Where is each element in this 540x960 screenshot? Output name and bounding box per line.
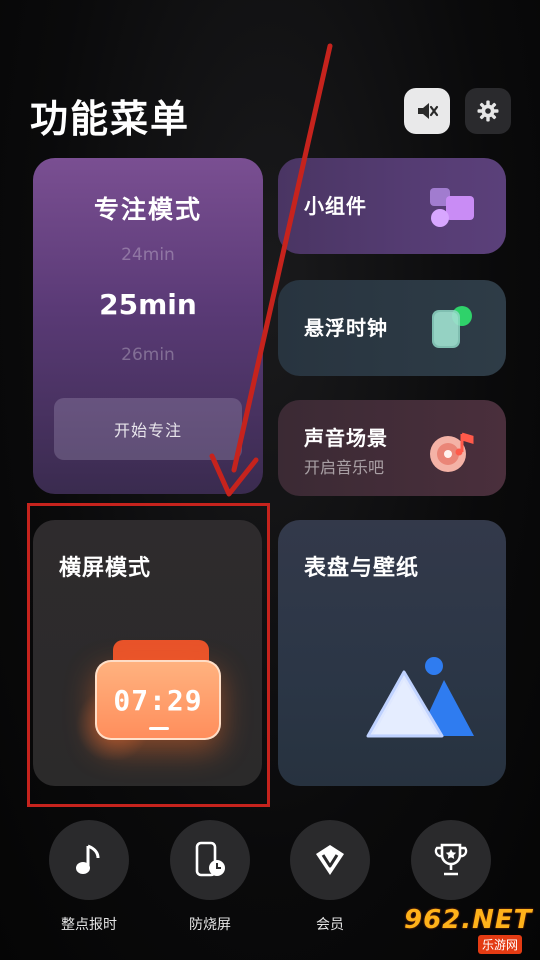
annotation-arrow	[209, 43, 333, 497]
dock-label-membership: 会员	[316, 917, 344, 933]
dock-item-burn-in-protection[interactable]: 防烧屏	[170, 820, 250, 934]
watermark-main-text: 962.NET	[404, 905, 533, 935]
function-menu-screen: 功能菜单 专注模式 24min 25min 26min 开始专注 小组件 悬浮时…	[0, 0, 540, 960]
burn-in-protection-button[interactable]	[170, 820, 250, 900]
site-watermark-logo: 962.NET 乐游网	[400, 905, 540, 960]
dock-item-membership[interactable]: 会员	[290, 820, 370, 934]
trophy-button[interactable]	[411, 820, 491, 900]
dock-label-hourly-chime: 整点报时	[61, 917, 117, 933]
vip-badge-icon	[316, 845, 344, 875]
hourly-chime-button[interactable]	[49, 820, 129, 900]
music-note-icon	[76, 844, 100, 874]
watermark-sub-text: 乐游网	[478, 935, 523, 954]
dock-label-burn-in-protection: 防烧屏	[189, 917, 231, 933]
membership-button[interactable]	[290, 820, 370, 900]
trophy-icon	[434, 843, 468, 876]
dock-item-hourly-chime[interactable]: 整点报时	[49, 820, 129, 934]
phone-clock-icon	[195, 841, 225, 877]
dock-item-trophy[interactable]	[411, 820, 491, 914]
